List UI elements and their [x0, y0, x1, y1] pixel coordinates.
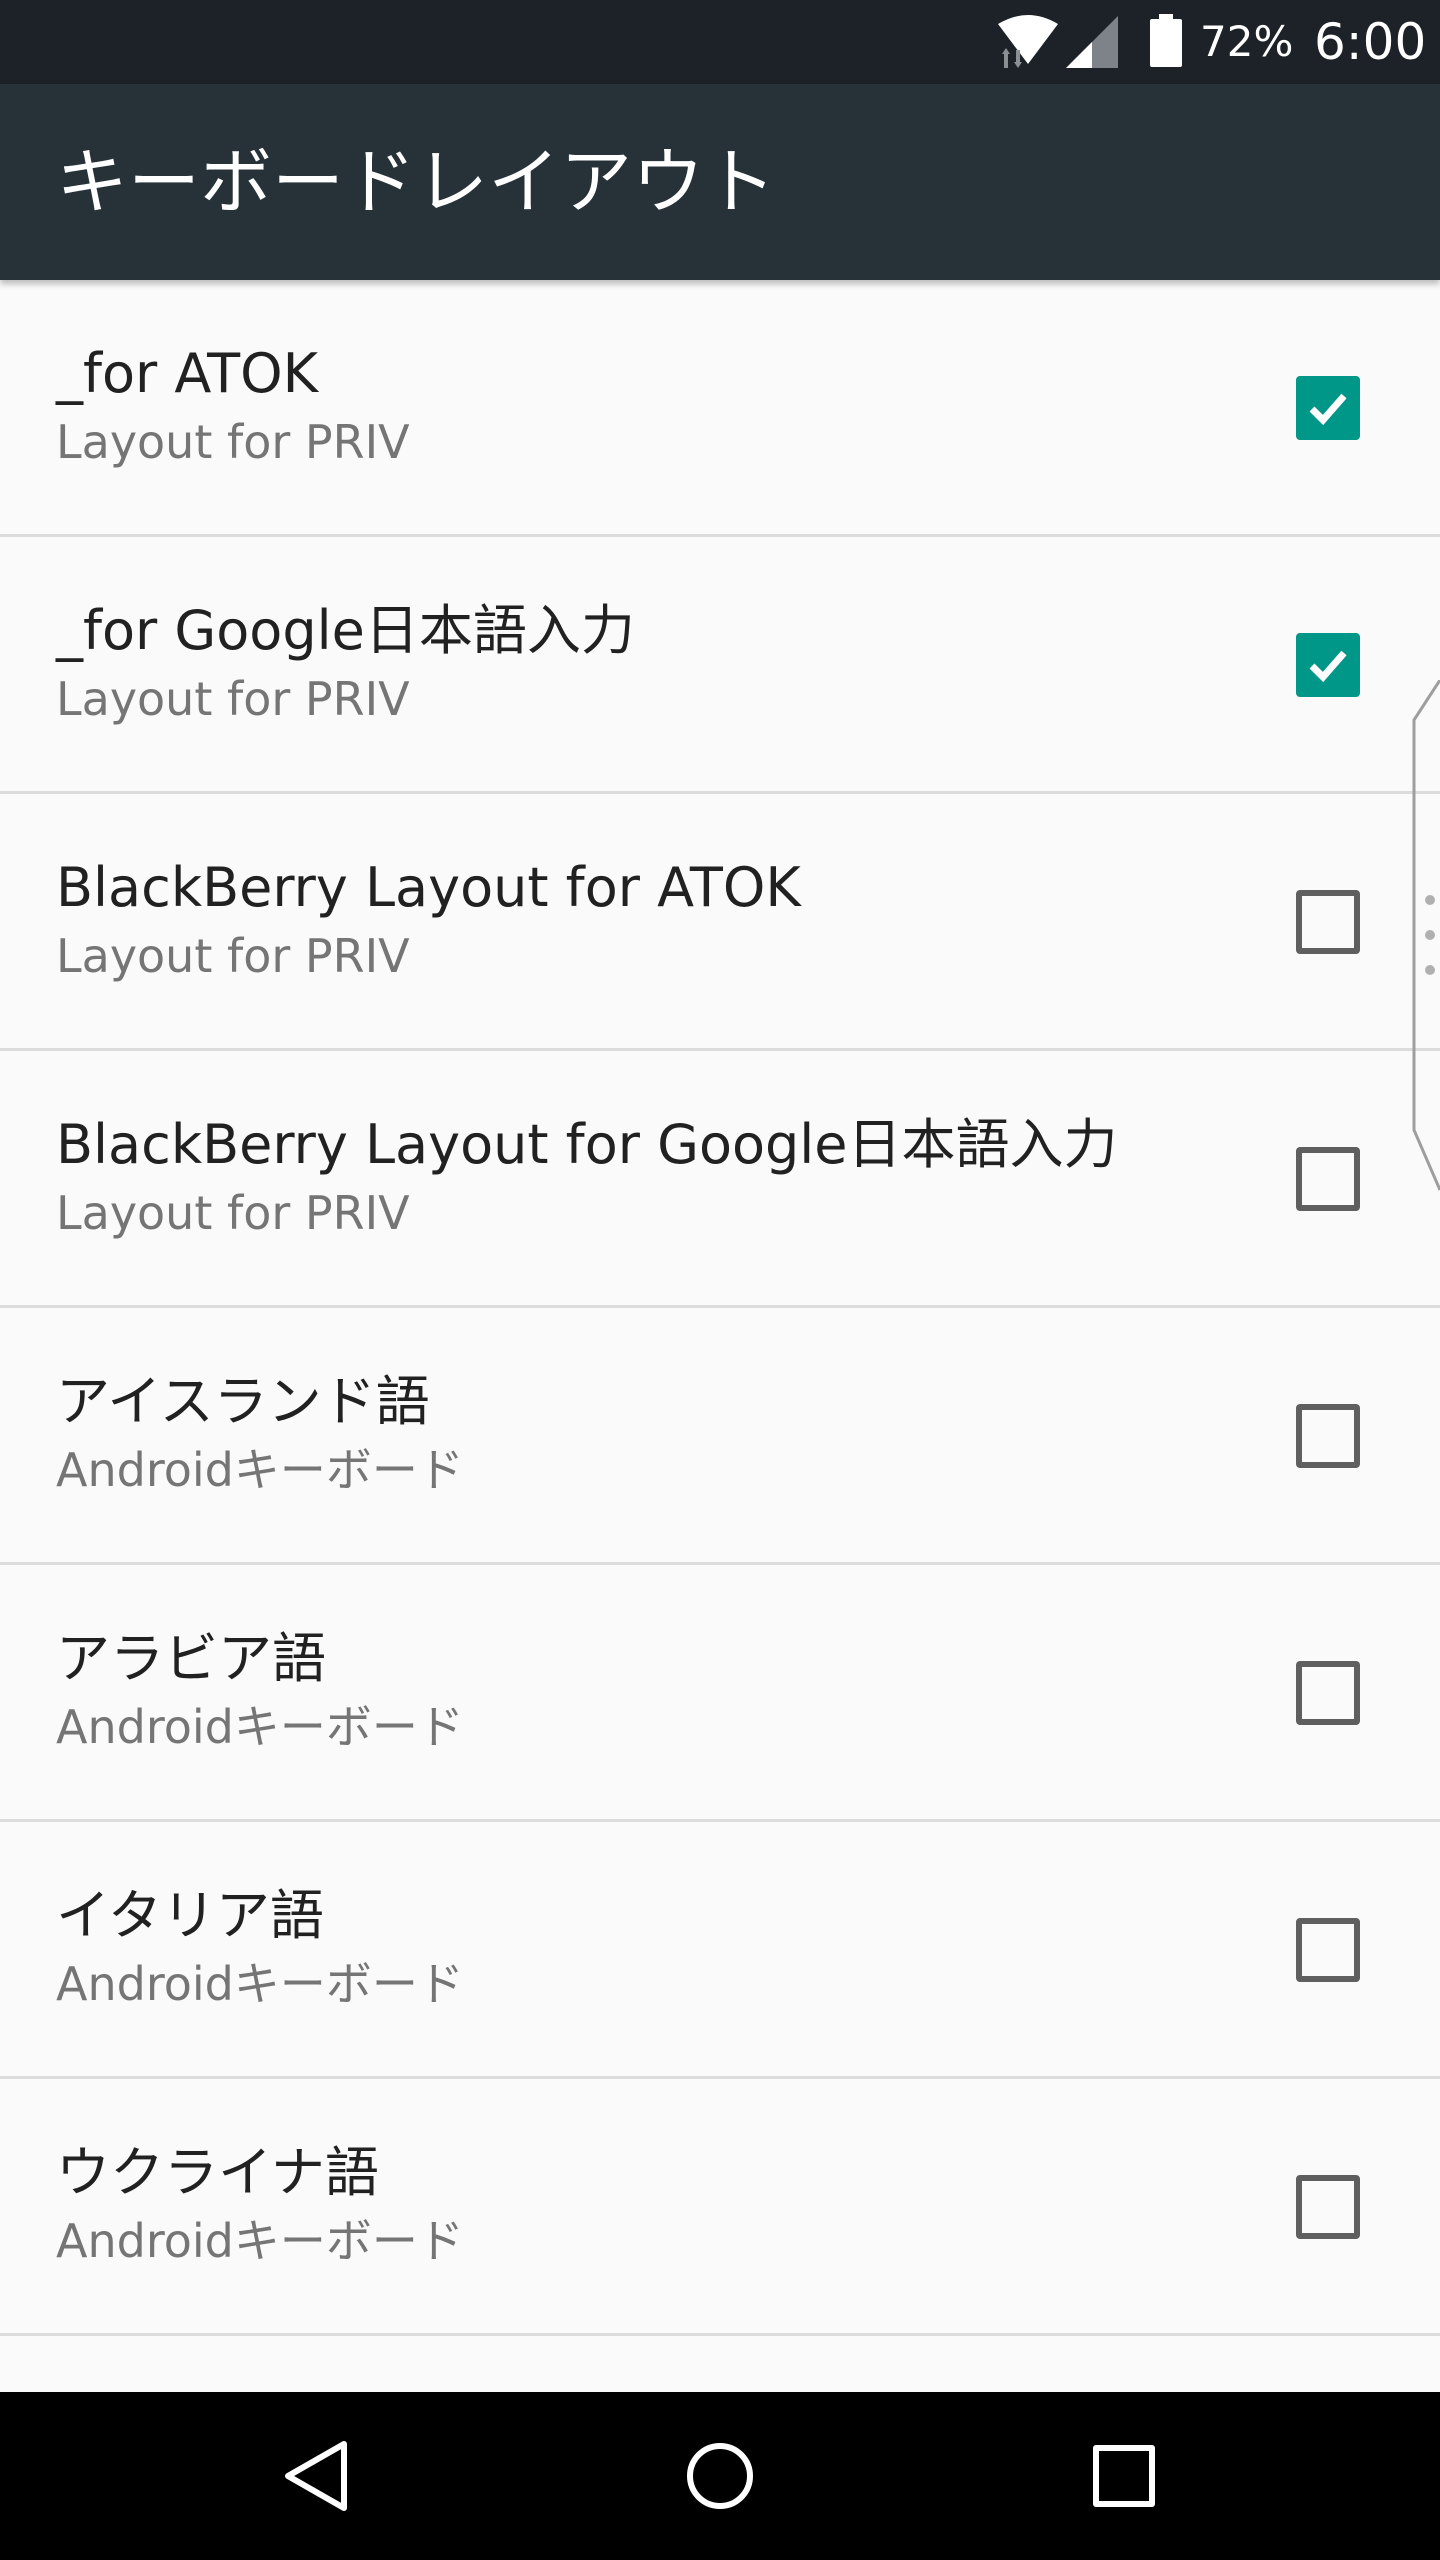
list-item[interactable]: _for Google日本語入力 Layout for PRIV: [0, 537, 1440, 794]
cell-signal-icon: [1066, 16, 1118, 68]
home-button[interactable]: [670, 2426, 770, 2526]
checkbox[interactable]: [1296, 376, 1360, 440]
checkbox[interactable]: [1296, 2175, 1360, 2239]
check-icon: [1309, 650, 1347, 683]
list-item[interactable]: ウクライナ語 Androidキーボード: [0, 2079, 1440, 2336]
list-item-label: アイスランド語: [56, 1370, 430, 1433]
wifi-icon: [998, 15, 1058, 68]
navigation-bar: [0, 2392, 1440, 2560]
checkbox[interactable]: [1296, 890, 1360, 954]
list-item-summary: Layout for PRIV: [56, 929, 410, 983]
battery-percent: 72%: [1200, 17, 1294, 66]
keyboard-layout-list: _for ATOK Layout for PRIV _for Google日本語…: [0, 280, 1440, 2336]
list-item-label: アラビア語: [56, 1627, 326, 1690]
list-item-summary: Androidキーボード: [56, 2214, 464, 2268]
page-title: キーボードレイアウト: [56, 140, 777, 224]
checkbox[interactable]: [1296, 1147, 1360, 1211]
list-item-label: BlackBerry Layout for ATOK: [56, 856, 801, 919]
checkbox[interactable]: [1296, 1661, 1360, 1725]
list-item-label: イタリア語: [56, 1884, 324, 1947]
list-item-summary: Androidキーボード: [56, 1443, 464, 1497]
checkbox[interactable]: [1296, 1404, 1360, 1468]
list-item-label: ウクライナ語: [56, 2141, 379, 2204]
checkbox[interactable]: [1296, 1918, 1360, 1982]
list-item[interactable]: BlackBerry Layout for ATOK Layout for PR…: [0, 794, 1440, 1051]
app-bar: キーボードレイアウト: [0, 84, 1440, 280]
list-item-summary: Androidキーボード: [56, 1700, 464, 1754]
list-item[interactable]: _for ATOK Layout for PRIV: [0, 280, 1440, 537]
list-item-summary: Layout for PRIV: [56, 672, 410, 726]
recents-button[interactable]: [1074, 2426, 1174, 2526]
checkbox[interactable]: [1296, 633, 1360, 697]
back-button[interactable]: [266, 2426, 366, 2526]
status-bar: 72% 6:00: [0, 0, 1440, 84]
check-icon: [1309, 393, 1347, 426]
list-item-summary: Androidキーボード: [56, 1957, 464, 2011]
list-item[interactable]: イタリア語 Androidキーボード: [0, 1822, 1440, 2079]
list-item-summary: Layout for PRIV: [56, 1186, 410, 1240]
list-item[interactable]: BlackBerry Layout for Google日本語入力 Layout…: [0, 1051, 1440, 1308]
back-icon: [285, 2441, 347, 2511]
list-item-label: BlackBerry Layout for Google日本語入力: [56, 1113, 1118, 1176]
list-item-summary: Layout for PRIV: [56, 415, 410, 469]
clock: 6:00: [1314, 13, 1427, 71]
battery-icon: [1150, 14, 1182, 67]
edge-panel-handle[interactable]: [1410, 680, 1440, 1200]
recents-icon: [1093, 2445, 1155, 2507]
list-item-label: _for ATOK: [56, 342, 319, 405]
list-item-label: _for Google日本語入力: [56, 599, 635, 662]
home-icon: [687, 2443, 753, 2509]
list-item[interactable]: アイスランド語 Androidキーボード: [0, 1308, 1440, 1565]
list-item[interactable]: アラビア語 Androidキーボード: [0, 1565, 1440, 1822]
